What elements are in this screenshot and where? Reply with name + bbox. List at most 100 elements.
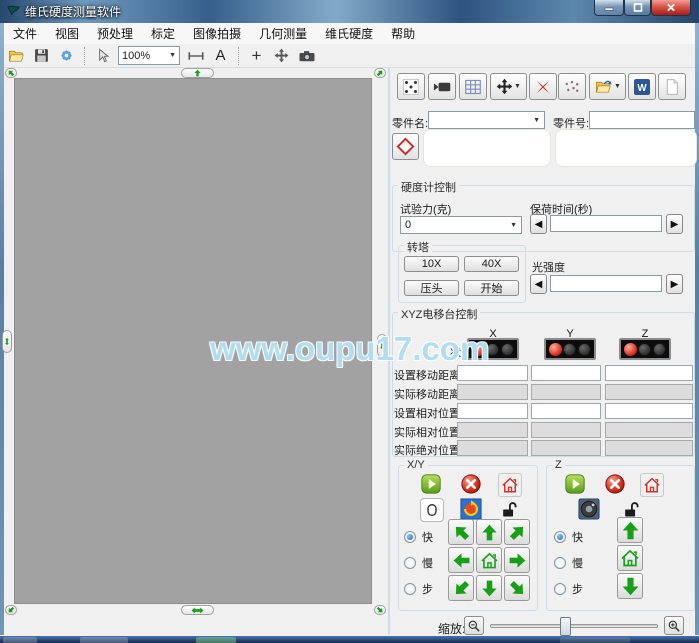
- menu-calibration[interactable]: 标定: [142, 22, 184, 45]
- move-stage-button[interactable]: ▼: [490, 73, 527, 100]
- zoom-select[interactable]: 100% ▼: [118, 46, 180, 65]
- turret-start-button[interactable]: 开始: [464, 280, 519, 296]
- pan-top-right-button[interactable]: [374, 68, 386, 78]
- set-move-distance-z[interactable]: [605, 365, 693, 381]
- hold-time-input[interactable]: [550, 215, 662, 232]
- jog-left-button[interactable]: [448, 547, 474, 573]
- z-jog-up-button[interactable]: [617, 517, 643, 543]
- menu-preprocess[interactable]: 预处理: [88, 22, 142, 45]
- set-move-distance-y[interactable]: [531, 365, 601, 381]
- pan-top-left-button[interactable]: [5, 68, 17, 78]
- zoom-out-button[interactable]: [464, 616, 484, 635]
- light-increase-button[interactable]: ▶: [666, 274, 683, 294]
- set-relative-position-x[interactable]: [457, 403, 528, 419]
- jog-up-right-button[interactable]: [504, 519, 530, 545]
- z-start-button[interactable]: [564, 473, 586, 495]
- export-button[interactable]: ▼: [589, 73, 626, 100]
- word-report-button[interactable]: W: [628, 73, 656, 100]
- zoom-slider-thumb[interactable]: [560, 617, 571, 636]
- z-focus-button[interactable]: [578, 498, 600, 520]
- z-speed-slow-radio[interactable]: 慢: [554, 555, 583, 571]
- note-area-2[interactable]: [555, 129, 697, 167]
- text-tool-button[interactable]: A: [208, 45, 233, 66]
- note-area-1[interactable]: [423, 129, 551, 167]
- xy-speed-fast-radio[interactable]: 快: [404, 529, 433, 545]
- pan-horizontal-button[interactable]: [181, 605, 214, 615]
- z-speed-fast-radio[interactable]: 快: [554, 529, 583, 545]
- hold-time-decrease-button[interactable]: ◀: [530, 214, 547, 234]
- part-no-input[interactable]: [589, 111, 695, 129]
- xy-trace-button[interactable]: [420, 498, 444, 522]
- z-stop-button[interactable]: [604, 473, 626, 495]
- jog-down-left-button[interactable]: [448, 575, 474, 601]
- menu-file[interactable]: 文件: [4, 22, 46, 45]
- part-name-select[interactable]: ▼: [428, 111, 545, 129]
- light-decrease-button[interactable]: ◀: [530, 274, 547, 294]
- center-stage-button[interactable]: [269, 45, 294, 66]
- set-relative-position-z[interactable]: [605, 403, 693, 419]
- taskbar-button[interactable]: [196, 637, 236, 643]
- image-canvas[interactable]: [14, 78, 372, 604]
- pan-bottom-right-button[interactable]: [374, 605, 386, 615]
- save-button[interactable]: [29, 45, 54, 66]
- measure-points-button[interactable]: [558, 73, 586, 100]
- indent-mark-button[interactable]: [392, 133, 419, 160]
- set-move-distance-x[interactable]: [457, 365, 528, 381]
- menu-help[interactable]: 帮助: [382, 22, 424, 45]
- maximize-button[interactable]: [624, 0, 651, 16]
- pan-up-button[interactable]: [181, 68, 214, 78]
- pan-left-edge-button[interactable]: [2, 330, 12, 353]
- xy-home-button[interactable]: [498, 473, 522, 497]
- pan-bottom-left-button[interactable]: [5, 605, 17, 615]
- new-page-button[interactable]: [658, 73, 686, 100]
- xy-lock-button[interactable]: [498, 498, 520, 520]
- light-intensity-input[interactable]: [550, 275, 662, 292]
- taskbar-tray[interactable]: [560, 637, 630, 643]
- jog-up-button[interactable]: [476, 519, 502, 545]
- grid-button[interactable]: [459, 73, 487, 100]
- zoom-in-button[interactable]: [664, 616, 684, 635]
- app-icon: [6, 4, 21, 19]
- actual-relative-position-y: [531, 422, 601, 438]
- delete-button[interactable]: [529, 73, 557, 100]
- hold-time-increase-button[interactable]: ▶: [666, 214, 683, 234]
- camera-tool-button[interactable]: [294, 45, 319, 66]
- jog-home-button[interactable]: [476, 547, 502, 573]
- jog-right-button[interactable]: [504, 547, 530, 573]
- open-button[interactable]: [4, 45, 29, 66]
- xy-speed-step-radio[interactable]: 步: [404, 581, 433, 597]
- minimize-button[interactable]: [594, 0, 624, 16]
- turret-40x-button[interactable]: 40X: [464, 256, 519, 272]
- menu-view[interactable]: 视图: [46, 22, 88, 45]
- panel-splitter[interactable]: [388, 67, 390, 635]
- z-jog-down-button[interactable]: [617, 573, 643, 599]
- z-home-button[interactable]: [640, 473, 664, 497]
- taskbar-button[interactable]: [80, 637, 128, 643]
- close-button[interactable]: [651, 0, 691, 16]
- xy-start-button[interactable]: [420, 473, 442, 495]
- measure-tool-button[interactable]: [183, 45, 208, 66]
- xy-rotate-button[interactable]: [460, 498, 482, 520]
- z-jog-home-button[interactable]: [617, 545, 643, 571]
- pan-right-edge-button[interactable]: [377, 334, 387, 357]
- set-relative-position-y[interactable]: [531, 403, 601, 419]
- taskbar-button[interactable]: [3, 637, 37, 643]
- jog-down-right-button[interactable]: [504, 575, 530, 601]
- menu-vickers-hardness[interactable]: 维氏硬度: [316, 22, 382, 45]
- live-video-button[interactable]: [428, 73, 456, 100]
- z-speed-step-radio[interactable]: 步: [554, 581, 583, 597]
- menu-image-capture[interactable]: 图像拍摄: [184, 22, 250, 45]
- stage-calibration-button[interactable]: [397, 73, 425, 100]
- settings-button[interactable]: [54, 45, 79, 66]
- cursor-tool-button[interactable]: [90, 45, 115, 66]
- xy-stop-button[interactable]: [460, 473, 482, 495]
- jog-up-left-button[interactable]: [448, 519, 474, 545]
- turret-indenter-button[interactable]: 压头: [404, 280, 459, 296]
- xy-speed-slow-radio[interactable]: 慢: [404, 555, 433, 571]
- turret-10x-button[interactable]: 10X: [404, 256, 459, 272]
- zoom-slider-track[interactable]: [490, 624, 658, 628]
- test-force-select[interactable]: 0 ▼: [400, 216, 522, 234]
- menu-geometry-measure[interactable]: 几何测量: [250, 22, 316, 45]
- cross-tool-button[interactable]: +: [244, 45, 269, 66]
- jog-down-button[interactable]: [476, 575, 502, 601]
